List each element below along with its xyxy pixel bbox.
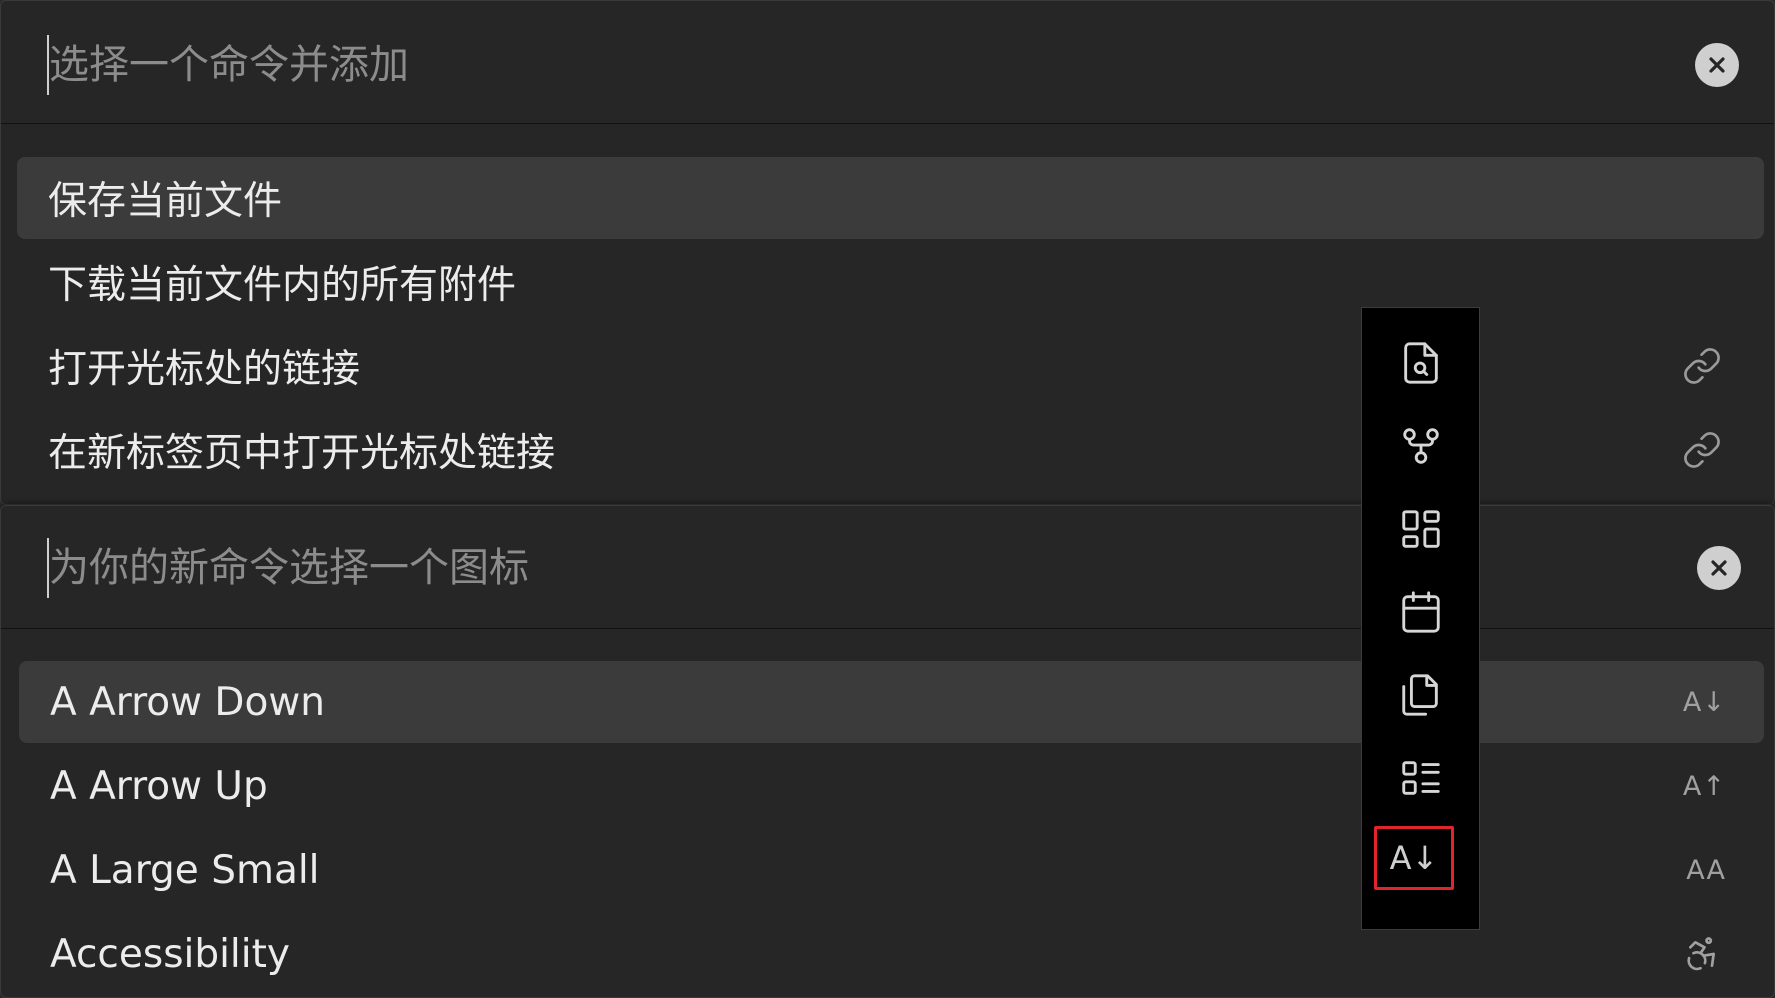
icon-ribbon-toolbar: A↓ [1361,307,1480,930]
close-icon [1709,57,1725,73]
ribbon-list-button[interactable] [1374,743,1468,813]
command-item-save-file[interactable]: 保存当前文件 [17,157,1764,239]
accessibility-icon [1680,932,1724,976]
icon-picker-modal: A Arrow Down A↓ A Arrow Up A↑ A Large Sm… [0,505,1775,998]
a-arrow-down-icon: A↓ [1389,839,1439,877]
icon-item-accessibility[interactable]: Accessibility [19,913,1764,995]
ribbon-calendar-button[interactable] [1374,577,1468,647]
command-item-label: 下载当前文件内的所有附件 [48,263,517,308]
git-fork-icon [1403,428,1439,464]
link-icon [1680,428,1724,472]
command-item-label: 在新标签页中打开光标处链接 [48,431,556,476]
copy-files-icon [1402,674,1438,716]
clear-command-search-button[interactable] [1695,43,1739,87]
icon-suggestion-list: A Arrow Down A↓ A Arrow Up A↑ A Large Sm… [1,629,1774,995]
icon-search-input[interactable] [47,538,1451,598]
command-item-label: 打开光标处的链接 [48,347,361,392]
icon-item-label: Accessibility [50,931,290,977]
a-arrow-down-icon: A↓ [1682,686,1726,718]
command-item-download-attachments[interactable]: 下载当前文件内的所有附件 [17,241,1764,323]
command-item-label: 保存当前文件 [48,179,283,224]
list-icon [1402,761,1440,795]
close-icon [1711,560,1727,576]
link-icon [1680,344,1724,388]
icon-item-a-arrow-down[interactable]: A Arrow Down A↓ [19,661,1764,743]
ribbon-a-arrow-down-button[interactable]: A↓ [1374,826,1454,890]
calendar-icon [1402,591,1440,633]
command-suggestion-list: 保存当前文件 下载当前文件内的所有附件 打开光标处的链接 在新标签页中打开光标处… [1,124,1774,491]
icon-item-a-arrow-up[interactable]: A Arrow Up A↑ [19,745,1764,827]
icon-item-label: A Large Small [50,847,320,893]
a-large-small-icon: AA [1686,854,1726,886]
icon-item-a-large-small[interactable]: A Large Small AA [19,829,1764,911]
command-search-input[interactable] [47,35,1451,95]
ribbon-layout-grid-button[interactable] [1374,494,1468,564]
icon-item-label: A Arrow Up [50,763,268,809]
command-item-open-link-new-tab[interactable]: 在新标签页中打开光标处链接 [17,409,1764,491]
command-prompt-row [1,1,1774,124]
ribbon-file-search-button[interactable] [1374,328,1468,398]
clear-icon-search-button[interactable] [1697,546,1741,590]
icon-item-label: A Arrow Down [50,679,325,725]
icon-prompt-row [1,506,1774,629]
command-item-open-link[interactable]: 打开光标处的链接 [17,325,1764,407]
layout-grid-icon [1402,510,1440,548]
file-search-icon [1404,342,1438,384]
ribbon-git-fork-button[interactable] [1374,411,1468,481]
ribbon-copy-files-button[interactable] [1374,660,1468,730]
command-picker-modal: 保存当前文件 下载当前文件内的所有附件 打开光标处的链接 在新标签页中打开光标处… [0,0,1775,505]
a-arrow-up-icon: A↑ [1682,770,1726,802]
